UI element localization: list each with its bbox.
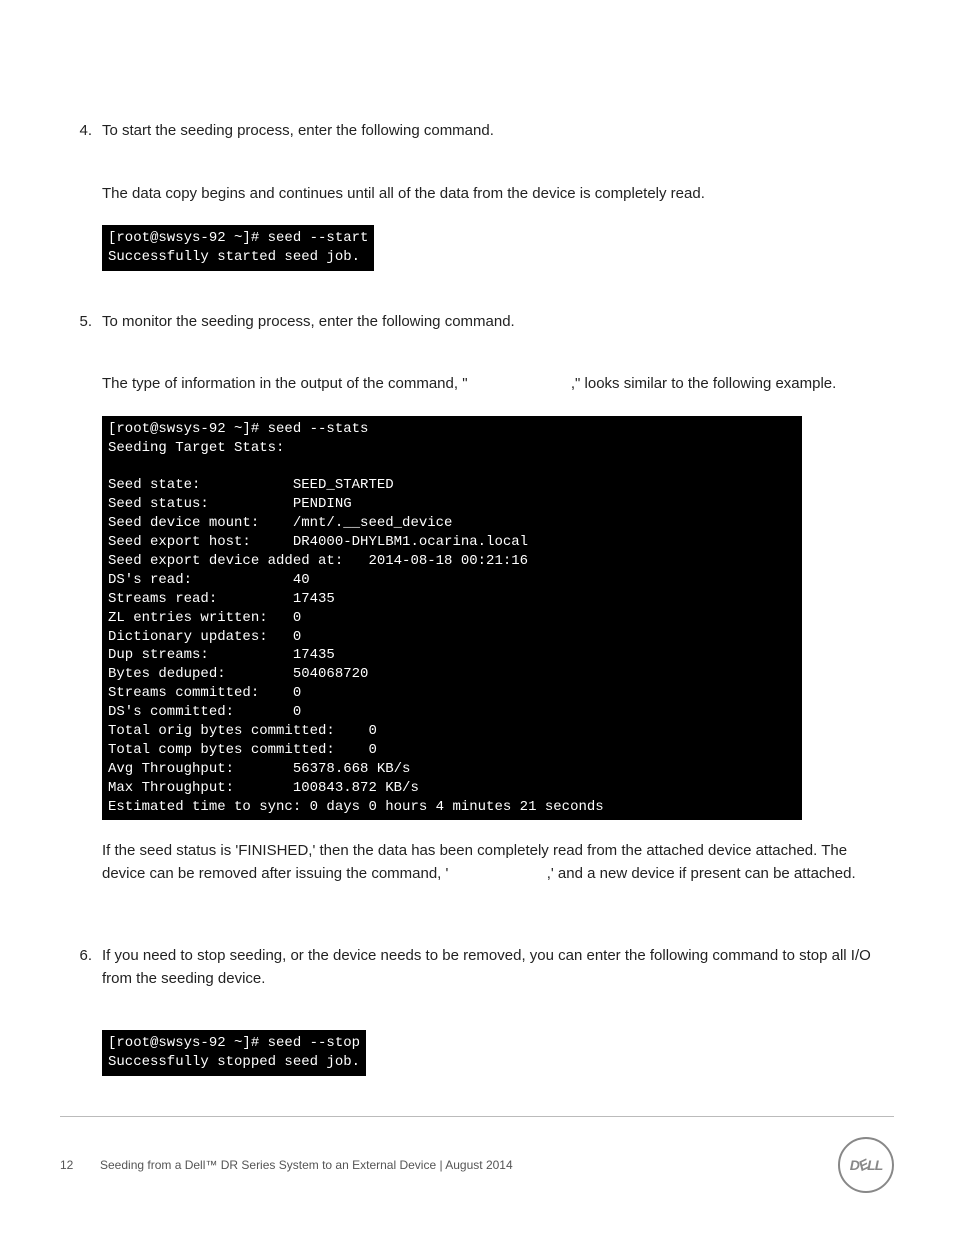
step-intro: To monitor the seeding process, enter th…	[102, 311, 894, 334]
step-intro: To start the seeding process, enter the …	[102, 120, 894, 143]
step-number: 6.	[60, 945, 102, 1076]
footer-divider	[60, 1116, 894, 1117]
page-footer: 12 Seeding from a Dell™ DR Series System…	[60, 1137, 894, 1213]
note-pre: The type of information in the output of…	[102, 375, 468, 392]
dell-logo-icon: DELL	[838, 1137, 894, 1193]
step-4: 4. To start the seeding process, enter t…	[60, 120, 894, 271]
footer-left: 12 Seeding from a Dell™ DR Series System…	[60, 1158, 513, 1172]
document-page: 4. To start the seeding process, enter t…	[0, 0, 954, 1253]
note-post: ," looks similar to the following exampl…	[571, 375, 836, 392]
step-body: To start the seeding process, enter the …	[102, 120, 894, 271]
step-intro: If you need to stop seeding, or the devi…	[102, 945, 894, 990]
step-5: 5. To monitor the seeding process, enter…	[60, 311, 894, 906]
terminal-output: [root@swsys-92 ~]# seed --start Successf…	[102, 225, 374, 271]
step-after: If the seed status is 'FINISHED,' then t…	[102, 840, 894, 885]
step-note: The data copy begins and continues until…	[102, 183, 894, 206]
after-post: ,' and a new device if present can be at…	[547, 865, 856, 882]
page-number: 12	[60, 1158, 100, 1172]
step-number: 4.	[60, 120, 102, 271]
step-6: 6. If you need to stop seeding, or the d…	[60, 945, 894, 1076]
terminal-output: [root@swsys-92 ~]# seed --stop Successfu…	[102, 1030, 366, 1076]
step-body: To monitor the seeding process, enter th…	[102, 311, 894, 906]
terminal-output: [root@swsys-92 ~]# seed --stats Seeding …	[102, 416, 802, 821]
step-number: 5.	[60, 311, 102, 906]
step-list: 4. To start the seeding process, enter t…	[60, 120, 894, 1076]
step-note: The type of information in the output of…	[102, 373, 894, 396]
logo-letter-l: L	[875, 1157, 883, 1173]
footer-title: Seeding from a Dell™ DR Series System to…	[100, 1158, 513, 1172]
step-body: If you need to stop seeding, or the devi…	[102, 945, 894, 1076]
